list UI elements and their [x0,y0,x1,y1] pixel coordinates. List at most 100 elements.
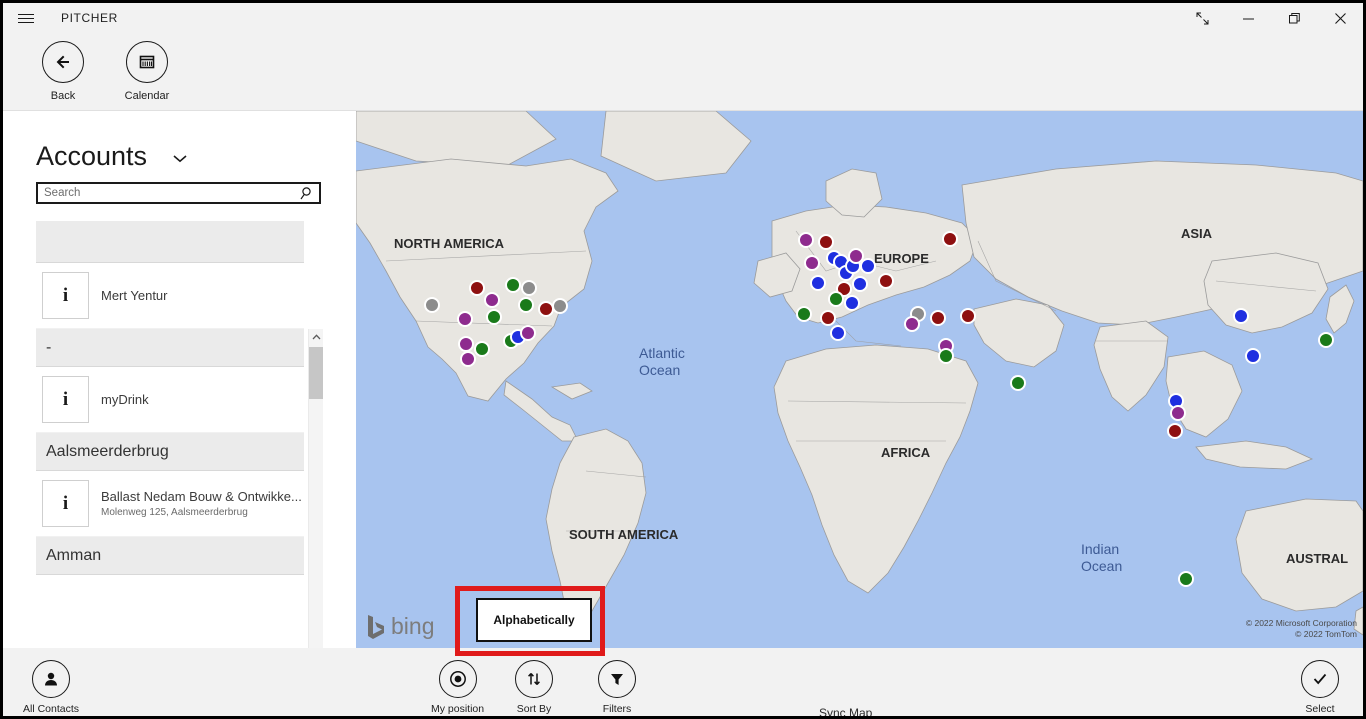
calendar-button[interactable]: Calendar [105,41,189,102]
fullscreen-button[interactable] [1179,3,1225,33]
map-marker[interactable] [798,232,814,248]
alphabetically-callout[interactable]: Alphabetically [476,598,592,642]
hamburger-menu-icon[interactable] [3,3,49,33]
map-marker[interactable] [1170,405,1186,421]
map-marker[interactable] [904,316,920,332]
map-marker[interactable] [469,280,485,296]
sync-map-control: Sync Map Off [819,706,919,719]
chevron-down-icon[interactable] [171,151,189,169]
map-marker[interactable] [1010,375,1026,391]
info-icon[interactable]: i [42,480,89,527]
group-header-label: - [46,339,51,357]
map-marker[interactable] [828,291,844,307]
map-marker[interactable] [1233,308,1249,324]
map-marker[interactable] [486,309,502,325]
group-header-label: Amman [46,547,101,565]
group-header-dash[interactable]: - [36,329,304,367]
sort-by-label: Sort By [517,703,551,715]
group-header-label: Aalsmeerderbrug [46,443,169,461]
target-icon [439,660,477,698]
group-header-amman[interactable]: Amman [36,537,304,575]
all-contacts-label: All Contacts [23,703,79,715]
group-header-aalsmeerderbrug[interactable]: Aalsmeerderbrug [36,433,304,471]
bottom-toolbar: All Contacts My position Sort By [3,648,1363,716]
map-marker[interactable] [818,234,834,250]
app-title: PITCHER [61,11,118,25]
search-box[interactable] [36,182,321,204]
minimize-button[interactable] [1225,3,1271,33]
map-marker[interactable] [521,280,537,296]
map-marker[interactable] [424,297,440,313]
map-marker[interactable] [844,295,860,311]
calendar-icon [126,41,168,83]
sort-by-button[interactable]: Sort By [515,660,553,715]
account-name: Mert Yentur [101,288,168,303]
map-marker[interactable] [458,336,474,352]
map-marker[interactable] [820,310,836,326]
map-marker[interactable] [942,231,958,247]
sort-arrows-icon [515,660,553,698]
person-icon [32,660,70,698]
title-bar: PITCHER [3,3,1363,33]
filters-button[interactable]: Filters [598,660,636,715]
chevron-up-icon[interactable] [309,329,323,345]
list-item[interactable]: i Ballast Nedam Bouw & Ontwikke... Molen… [36,471,304,537]
map-marker[interactable] [804,255,820,271]
accounts-header: Accounts [3,111,353,172]
bing-glyph-icon [366,614,386,640]
check-circle-icon [1301,660,1339,698]
funnel-icon [598,660,636,698]
map-marker[interactable] [552,298,568,314]
page-title: Accounts [36,141,147,172]
map-marker[interactable] [830,325,846,341]
world-map-graphic [356,111,1363,648]
accounts-list[interactable]: i Mert Yentur - i myDrink [36,221,321,636]
my-position-label: My position [431,703,484,715]
restore-button[interactable] [1271,3,1317,33]
map-marker[interactable] [520,325,536,341]
map-marker[interactable] [518,297,534,313]
map-marker[interactable] [852,276,868,292]
map-marker[interactable] [860,258,876,274]
back-button[interactable]: Back [21,41,105,102]
map-marker[interactable] [505,277,521,293]
map-marker[interactable] [457,311,473,327]
map-marker[interactable] [930,310,946,326]
my-position-button[interactable]: My position [431,660,484,715]
list-item[interactable]: i Mert Yentur [36,263,304,329]
search-icon[interactable] [299,186,314,206]
map-marker[interactable] [484,292,500,308]
account-name: myDrink [101,392,149,407]
command-bar: Back Calendar [3,33,1363,111]
close-button[interactable] [1317,3,1363,33]
info-icon[interactable]: i [42,272,89,319]
select-button[interactable]: Select [1301,660,1339,715]
map-marker[interactable] [1178,571,1194,587]
select-label: Select [1305,703,1334,715]
map-marker[interactable] [1318,332,1334,348]
map-marker[interactable] [1167,423,1183,439]
map-marker[interactable] [474,341,490,357]
bing-logo[interactable]: bing [366,613,434,640]
map-marker[interactable] [810,275,826,291]
map-marker[interactable] [938,348,954,364]
application-window: PITCHER [0,0,1366,719]
calendar-button-label: Calendar [125,90,170,102]
back-button-label: Back [51,90,75,102]
info-icon[interactable]: i [42,376,89,423]
sync-map-label: Sync Map [819,706,919,719]
map-marker[interactable] [878,273,894,289]
search-input[interactable] [38,183,296,203]
window-controls [1179,3,1363,33]
map-marker[interactable] [796,306,812,322]
map-canvas[interactable]: NORTH AMERICA SOUTH AMERICA EUROPE AFRIC… [356,111,1363,648]
arrow-left-icon [42,41,84,83]
scrollbar-thumb[interactable] [309,347,323,399]
map-marker[interactable] [960,308,976,324]
all-contacts-button[interactable]: All Contacts [23,660,79,715]
list-item[interactable]: i myDrink [36,367,304,433]
map-marker[interactable] [1245,348,1261,364]
group-header-blank[interactable] [36,221,304,263]
map-marker[interactable] [460,351,476,367]
account-name: Ballast Nedam Bouw & Ontwikke... [101,489,302,504]
